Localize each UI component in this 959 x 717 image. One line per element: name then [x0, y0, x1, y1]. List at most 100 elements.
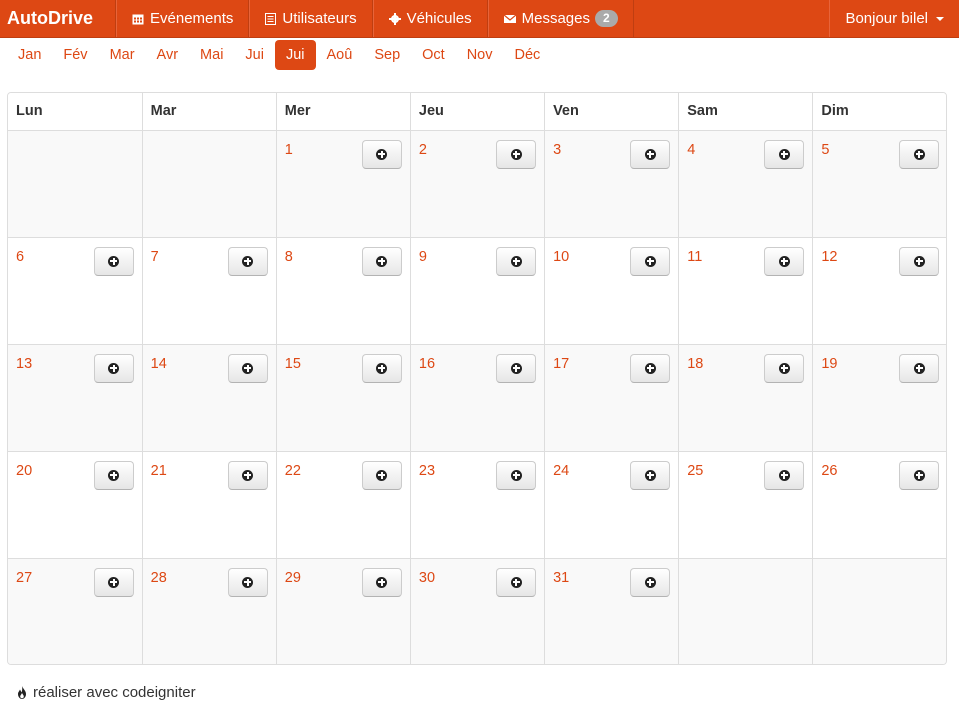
day-cell: 23: [410, 451, 546, 559]
day-number: 3: [553, 141, 562, 158]
envelope-icon: [503, 14, 516, 24]
day-cell: 26: [812, 451, 946, 559]
plus-sign-icon: [778, 255, 790, 267]
empty-day-cell: [142, 130, 277, 238]
day-cell: 10: [544, 237, 680, 345]
day-number: 25: [687, 462, 704, 479]
day-number: 20: [16, 462, 33, 479]
plus-sign-icon: [510, 255, 522, 267]
weekday-header: Lun: [8, 93, 143, 131]
add-event-button[interactable]: [361, 460, 402, 490]
month-link-5[interactable]: Jui: [234, 40, 275, 70]
day-number: 4: [687, 141, 696, 158]
day-cell: 5: [812, 130, 946, 238]
add-event-button[interactable]: [93, 246, 134, 276]
plus-sign-icon: [644, 148, 656, 160]
footer: réaliser avec codeigniter: [17, 684, 196, 701]
add-event-button[interactable]: [899, 353, 939, 383]
navbar-spacer: [634, 0, 830, 37]
day-cell: 30: [410, 558, 546, 664]
day-cell: 2: [410, 130, 546, 238]
month-link-6[interactable]: Jui: [274, 40, 316, 70]
add-event-button[interactable]: [630, 246, 671, 276]
day-number: 2: [418, 141, 427, 158]
add-event-button[interactable]: [227, 246, 268, 276]
add-event-button[interactable]: [630, 139, 671, 169]
month-link-11[interactable]: Déc: [504, 40, 552, 70]
add-event-button[interactable]: [496, 246, 537, 276]
month-link-4[interactable]: Mai: [189, 40, 234, 70]
day-cell: 4: [678, 130, 814, 238]
add-event-button[interactable]: [93, 353, 134, 383]
plus-sign-icon: [376, 362, 388, 374]
add-event-button[interactable]: [361, 567, 402, 597]
plus-sign-icon: [913, 469, 925, 481]
footer-text: réaliser avec codeigniter: [33, 684, 196, 701]
plus-sign-icon: [376, 148, 388, 160]
add-event-button[interactable]: [764, 460, 805, 490]
add-event-button[interactable]: [227, 567, 268, 597]
day-number: 29: [284, 569, 301, 586]
add-event-button[interactable]: [361, 246, 402, 276]
add-event-button[interactable]: [93, 460, 134, 490]
brand-logo[interactable]: AutoDrive: [0, 0, 116, 37]
nav-vehicles[interactable]: Véhicules: [372, 0, 488, 37]
add-event-button[interactable]: [630, 460, 671, 490]
day-cell: 11: [678, 237, 814, 345]
nav-events[interactable]: Evénements: [116, 0, 250, 37]
month-link-2[interactable]: Mar: [99, 40, 146, 70]
add-event-button[interactable]: [496, 139, 537, 169]
month-link-1[interactable]: Fév: [52, 40, 98, 70]
add-event-button[interactable]: [764, 139, 805, 169]
add-event-button[interactable]: [899, 139, 939, 169]
month-link-8[interactable]: Sep: [363, 40, 411, 70]
nav-users[interactable]: Utilisateurs: [249, 0, 373, 37]
plus-sign-icon: [778, 469, 790, 481]
plus-sign-icon: [242, 576, 254, 588]
add-event-button[interactable]: [764, 246, 805, 276]
month-link-10[interactable]: Nov: [456, 40, 504, 70]
add-event-button[interactable]: [361, 353, 402, 383]
add-event-button[interactable]: [361, 139, 402, 169]
plus-sign-icon: [108, 576, 120, 588]
add-event-button[interactable]: [630, 567, 671, 597]
calendar-body: 1 2 3 4 5 6 7 8 9 10 11 12 13 14 15 16 17 18 19 20 21 22 23 24 2…: [8, 130, 946, 664]
plus-sign-icon: [644, 576, 656, 588]
add-event-button[interactable]: [227, 460, 268, 490]
day-number: 18: [687, 355, 704, 372]
month-link-7[interactable]: Aoû: [316, 40, 364, 70]
plus-sign-icon: [108, 255, 120, 267]
add-event-button[interactable]: [93, 567, 134, 597]
add-event-button[interactable]: [496, 460, 537, 490]
add-event-button[interactable]: [899, 246, 939, 276]
nav-users-label: Utilisateurs: [282, 10, 357, 27]
week-row: 6 7 8 9 10 11 12: [8, 237, 946, 345]
add-event-button[interactable]: [227, 353, 268, 383]
day-cell: 28: [142, 558, 277, 664]
day-cell: 20: [8, 451, 143, 559]
month-link-3[interactable]: Avr: [146, 40, 190, 70]
add-event-button[interactable]: [899, 460, 939, 490]
day-number: 14: [150, 355, 167, 372]
messages-count-badge: 2: [595, 10, 618, 27]
add-event-button[interactable]: [496, 353, 537, 383]
plus-sign-icon: [644, 362, 656, 374]
day-cell: 17: [544, 344, 680, 452]
day-number: 27: [16, 569, 33, 586]
nav-messages[interactable]: Messages 2: [487, 0, 634, 37]
month-link-0[interactable]: Jan: [7, 40, 52, 70]
add-event-button[interactable]: [496, 567, 537, 597]
day-number: 17: [553, 355, 570, 372]
weekday-header-row: Lun Mar Mer Jeu Ven Sam Dim: [8, 93, 946, 131]
user-menu-toggle[interactable]: Bonjour bilel: [829, 0, 959, 37]
day-number: 22: [284, 462, 301, 479]
plus-sign-icon: [913, 255, 925, 267]
day-cell: 31: [544, 558, 680, 664]
day-number: 31: [553, 569, 570, 586]
week-row: 1 2 3 4 5: [8, 130, 946, 238]
week-row: 13 14 15 16 17 18 19: [8, 344, 946, 452]
add-event-button[interactable]: [630, 353, 671, 383]
month-link-9[interactable]: Oct: [411, 40, 456, 70]
plus-sign-icon: [376, 255, 388, 267]
add-event-button[interactable]: [764, 353, 805, 383]
